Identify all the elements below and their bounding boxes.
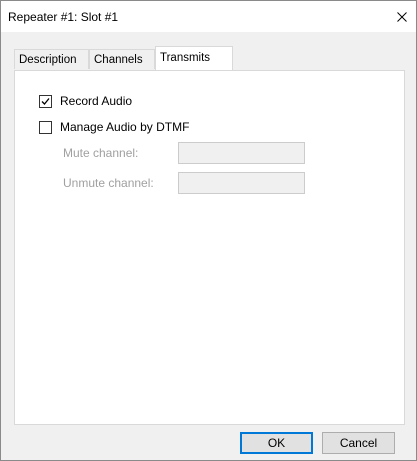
dialog-window: Repeater #1: Slot #1 Description Channel… xyxy=(0,0,417,461)
record-audio-label[interactable]: Record Audio xyxy=(60,94,132,108)
window-title: Repeater #1: Slot #1 xyxy=(8,10,119,24)
transmits-panel: Record Audio Manage Audio by DTMF Mute c… xyxy=(14,70,405,425)
mute-channel-label: Mute channel: xyxy=(63,146,139,160)
close-icon xyxy=(397,11,407,22)
unmute-channel-label: Unmute channel: xyxy=(63,176,154,190)
manage-audio-dtmf-checkbox[interactable] xyxy=(39,120,52,134)
close-button[interactable] xyxy=(388,1,416,32)
mute-channel-input[interactable] xyxy=(178,142,305,164)
record-audio-checkbox[interactable] xyxy=(39,94,52,108)
checkmark-icon xyxy=(41,97,50,105)
tab-channels[interactable]: Channels xyxy=(89,49,155,69)
tab-transmits[interactable]: Transmits xyxy=(155,46,233,70)
manage-audio-dtmf-row[interactable]: Manage Audio by DTMF xyxy=(39,119,189,135)
ok-button[interactable]: OK xyxy=(240,432,313,454)
record-audio-row[interactable]: Record Audio xyxy=(39,93,132,109)
title-bar[interactable]: Repeater #1: Slot #1 xyxy=(1,1,416,32)
unmute-channel-input[interactable] xyxy=(178,172,305,194)
manage-audio-dtmf-label[interactable]: Manage Audio by DTMF xyxy=(60,120,189,134)
cancel-button[interactable]: Cancel xyxy=(322,432,395,454)
tab-description[interactable]: Description xyxy=(14,49,89,69)
